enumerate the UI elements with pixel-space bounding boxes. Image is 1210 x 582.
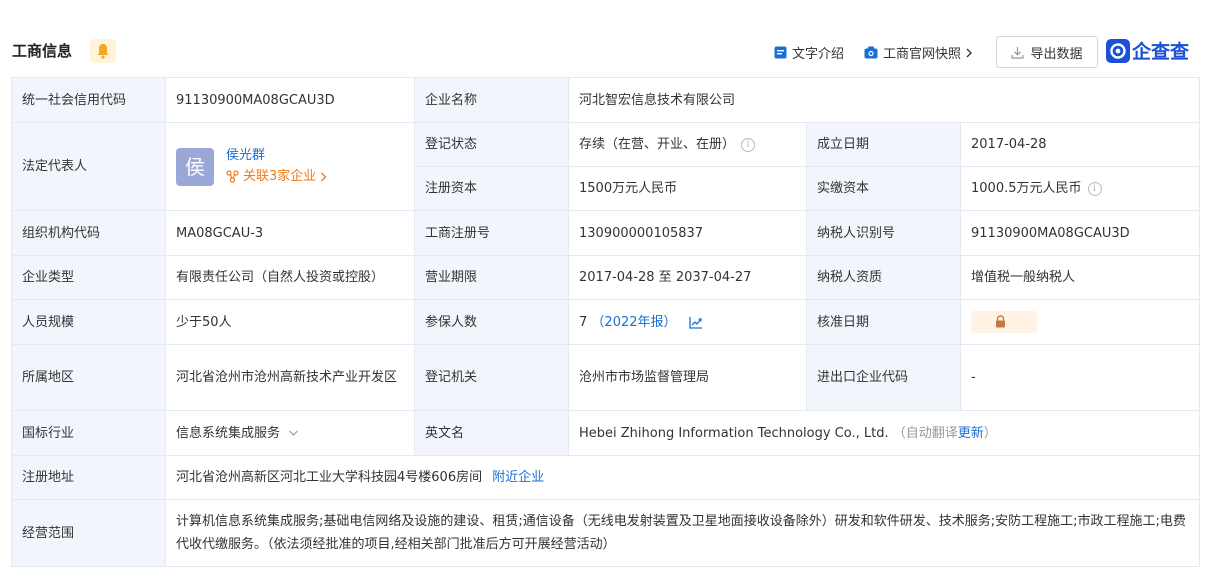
info-icon[interactable]: i: [741, 137, 756, 152]
reg-address-cell: 河北省沧州高新区河北工业大学科技园4号楼606房间 附近企业: [164, 455, 1201, 500]
biz-term-value: 2017-04-28 至 2037-04-27: [568, 255, 807, 300]
table-row: 人员规模 少于50人 参保人数 7 （2022年报） 核准日期: [11, 299, 1201, 345]
import-export-label: 进出口企业代码: [806, 344, 961, 411]
region-value: 河北省沧州市沧州高新技术产业开发区: [165, 344, 415, 411]
table-row: 组织机构代码 MA08GCAU-3 工商注册号 130900000105837 …: [11, 210, 1201, 256]
legal-rep-name-link[interactable]: 侯光群: [226, 146, 328, 166]
export-data-label: 导出数据: [1030, 46, 1083, 62]
scope-value: 计算机信息系统集成服务;基础电信网络及设施的建设、租赁;通信设备（无线电发射装置…: [164, 499, 1201, 567]
found-date-label: 成立日期: [806, 122, 961, 167]
approval-date-label: 核准日期: [806, 299, 961, 345]
snapshot-button[interactable]: 工商官网快照: [864, 43, 979, 62]
taxpayer-id-value: 91130900MA08GCAU3D: [959, 210, 1201, 256]
org-code-label: 组织机构代码: [11, 210, 166, 256]
related-companies-link[interactable]: 关联3家企业: [226, 166, 328, 188]
insured-cell: 7 （2022年报）: [568, 299, 807, 345]
taxpayer-qual-label: 纳税人资质: [806, 255, 961, 300]
reg-status-value: 存续（在营、开业、在册）: [579, 137, 736, 152]
section-title: 工商信息: [12, 42, 73, 60]
section-header: 工商信息 文字介绍 工商官网快照 导出数据 企查查: [0, 0, 1210, 78]
org-code-value: MA08GCAU-3: [165, 210, 415, 256]
reg-authority-value: 沧州市市场监督管理局: [568, 344, 807, 411]
credit-code-label: 统一社会信用代码: [11, 77, 166, 123]
info-icon[interactable]: i: [1087, 181, 1102, 196]
camera-icon: [864, 46, 878, 59]
industry-value: 信息系统集成服务: [176, 425, 281, 441]
logo-text: 企查查: [1132, 41, 1190, 63]
credit-code-value: 91130900MA08GCAU3D: [165, 77, 415, 123]
related-companies-label: 关联3家企业: [243, 168, 317, 184]
update-link[interactable]: 更新: [958, 426, 984, 441]
reg-status-cell: 存续（在营、开业、在册） i: [568, 122, 807, 167]
reg-address-label: 注册地址: [11, 455, 166, 500]
text-intro-label: 文字介绍: [792, 47, 845, 62]
document-icon: [774, 46, 787, 59]
auto-translate-note: （自动翻译: [892, 425, 958, 441]
reg-capital-value: 1500万元人民币: [568, 166, 807, 211]
bell-button[interactable]: [90, 39, 116, 63]
paid-capital-value: 1000.5万元人民币: [971, 181, 1082, 196]
legal-rep-label: 法定代表人: [11, 122, 166, 211]
trend-chart-icon[interactable]: [689, 316, 703, 329]
industry-label: 国标行业: [11, 410, 166, 456]
legal-rep-block: 侯 侯光群 关联3家企业: [176, 146, 404, 188]
taxpayer-qual-value: 增值税一般纳税人: [959, 255, 1201, 300]
import-export-value: -: [959, 344, 1201, 411]
legal-rep-cell: 侯 侯光群 关联3家企业: [165, 122, 415, 211]
english-name-value: Hebei Zhihong Information Technology Co.…: [579, 425, 889, 441]
text-intro-button[interactable]: 文字介绍: [774, 43, 844, 62]
nearby-companies-link[interactable]: 附近企业: [492, 470, 544, 485]
english-name-cell: Hebei Zhihong Information Technology Co.…: [567, 410, 1201, 456]
biz-term-label: 营业期限: [414, 255, 569, 300]
company-type-label: 企业类型: [11, 255, 166, 300]
reg-capital-label: 注册资本: [414, 166, 569, 211]
reg-authority-label: 登记机关: [414, 344, 569, 411]
business-info-table: 统一社会信用代码 91130900MA08GCAU3D 企业名称 河北智宏信息技…: [11, 77, 1201, 567]
bell-icon: [97, 44, 109, 59]
table-row: 注册地址 河北省沧州高新区河北工业大学科技园4号楼606房间 附近企业: [11, 455, 1201, 500]
locked-badge[interactable]: [971, 311, 1037, 333]
paid-capital-label: 实缴资本: [806, 166, 961, 211]
biz-reg-no-value: 130900000105837: [568, 210, 807, 256]
export-data-button[interactable]: 导出数据: [996, 36, 1098, 68]
lock-icon: [996, 315, 1005, 328]
chevron-right-icon: [966, 48, 972, 57]
industry-cell[interactable]: 信息系统集成服务: [165, 410, 415, 456]
insured-label: 参保人数: [414, 299, 569, 345]
qichacha-logo: 企查查: [1106, 37, 1189, 64]
paid-capital-cell: 1000.5万元人民币 i: [959, 166, 1201, 211]
reg-status-label: 登记状态: [414, 122, 569, 167]
table-row: 法定代表人 侯 侯光群 关联3家企业 登记状态 存续（在营、开业、在册） i 成…: [11, 122, 1201, 211]
chevron-right-icon: [321, 172, 327, 181]
english-name-label: 英文名: [414, 410, 569, 456]
chevron-down-icon: [289, 430, 299, 436]
biz-reg-no-label: 工商注册号: [414, 210, 569, 256]
table-row: 经营范围 计算机信息系统集成服务;基础电信网络及设施的建设、租赁;通信设备（无线…: [11, 499, 1201, 567]
annual-report-link[interactable]: （2022年报）: [591, 315, 676, 330]
approval-date-cell: [959, 299, 1201, 345]
region-label: 所属地区: [11, 344, 166, 411]
company-type-value: 有限责任公司（自然人投资或控股）: [165, 255, 415, 300]
qichacha-logo-icon: [1106, 38, 1130, 63]
download-icon: [1011, 46, 1025, 59]
scope-label: 经营范围: [11, 499, 166, 567]
company-name-value: 河北智宏信息技术有限公司: [567, 77, 1201, 123]
staff-size-label: 人员规模: [11, 299, 166, 345]
snapshot-label: 工商官网快照: [883, 47, 962, 62]
company-name-label: 企业名称: [414, 77, 569, 123]
legal-rep-text: 侯光群 关联3家企业: [226, 146, 328, 188]
taxpayer-id-label: 纳税人识别号: [806, 210, 961, 256]
link-icon: [226, 170, 239, 183]
table-row: 企业类型 有限责任公司（自然人投资或控股） 营业期限 2017-04-28 至 …: [11, 255, 1201, 300]
found-date-value: 2017-04-28: [959, 122, 1201, 167]
staff-size-value: 少于50人: [165, 299, 415, 345]
table-row: 国标行业 信息系统集成服务 英文名 Hebei Zhihong Informat…: [11, 410, 1201, 456]
table-row: 所属地区 河北省沧州市沧州高新技术产业开发区 登记机关 沧州市市场监督管理局 进…: [11, 344, 1201, 411]
avatar: 侯: [176, 147, 214, 186]
auto-translate-close: ）: [983, 425, 997, 441]
table-row: 统一社会信用代码 91130900MA08GCAU3D 企业名称 河北智宏信息技…: [11, 77, 1201, 123]
insured-value: 7: [579, 314, 588, 330]
reg-address-value: 河北省沧州高新区河北工业大学科技园4号楼606房间: [176, 470, 483, 485]
